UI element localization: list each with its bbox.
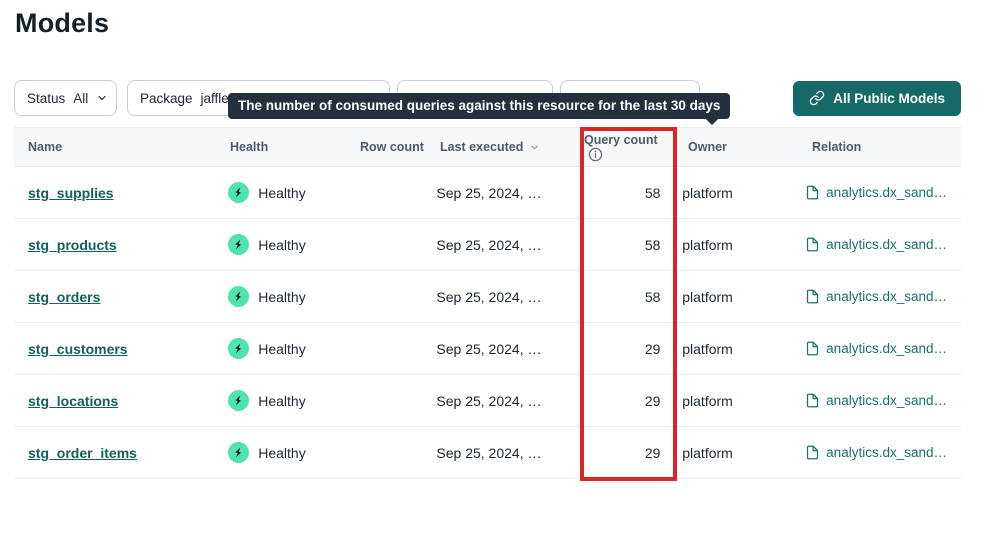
health-status-label: Healthy xyxy=(258,445,305,461)
info-icon[interactable] xyxy=(588,147,603,162)
health-status-label: Healthy xyxy=(258,393,305,409)
table-row: stg_locations Healthy Sep 25, 2024, … 29… xyxy=(14,375,961,427)
query-count-value: 58 xyxy=(579,289,660,305)
file-icon xyxy=(805,289,820,304)
status-filter[interactable]: Status All xyxy=(14,80,117,116)
relation-link[interactable]: analytics.dx_sand… xyxy=(826,341,947,356)
models-table: Name Health Row count Last executed Quer… xyxy=(14,127,961,479)
last-executed-value: Sep 25, 2024, … xyxy=(436,237,541,253)
column-header-row-count: Row count xyxy=(360,140,440,154)
tooltip-caret xyxy=(705,111,719,125)
models-page: Models Status All Package jaffle_ All Pu… xyxy=(0,0,989,536)
column-header-owner: Owner xyxy=(688,140,812,154)
last-executed-value: Sep 25, 2024, … xyxy=(436,289,541,305)
owner-value: platform xyxy=(682,185,805,201)
model-link[interactable]: stg_products xyxy=(28,237,117,253)
owner-value: platform xyxy=(682,445,805,461)
query-count-value: 29 xyxy=(579,341,660,357)
table-row: stg_customers Healthy Sep 25, 2024, … 29… xyxy=(14,323,961,375)
page-title: Models xyxy=(15,8,109,39)
health-badge xyxy=(228,390,249,411)
all-public-models-button[interactable]: All Public Models xyxy=(793,81,961,116)
relation-link[interactable]: analytics.dx_sand… xyxy=(826,185,947,200)
table-row: stg_order_items Healthy Sep 25, 2024, … … xyxy=(14,427,961,479)
query-count-value: 58 xyxy=(579,237,660,253)
column-header-query-count: Query count xyxy=(584,133,666,162)
package-filter-label: Package xyxy=(140,91,193,106)
file-icon xyxy=(805,393,820,408)
file-icon xyxy=(805,445,820,460)
health-status-label: Healthy xyxy=(258,185,305,201)
query-count-value: 58 xyxy=(579,185,660,201)
owner-value: platform xyxy=(682,289,805,305)
column-header-name: Name xyxy=(28,140,230,154)
chevron-down-icon xyxy=(96,92,108,104)
file-icon xyxy=(805,341,820,356)
column-header-relation: Relation xyxy=(812,140,947,154)
query-count-label: Query count xyxy=(584,133,658,147)
file-icon xyxy=(805,185,820,200)
last-executed-value: Sep 25, 2024, … xyxy=(436,393,541,409)
health-badge xyxy=(228,442,249,463)
file-icon xyxy=(805,237,820,252)
health-status-label: Healthy xyxy=(258,289,305,305)
column-header-last-executed[interactable]: Last executed xyxy=(440,140,584,154)
sort-chevron-icon xyxy=(529,142,540,153)
health-badge xyxy=(228,338,249,359)
table-header-row: Name Health Row count Last executed Quer… xyxy=(14,127,961,167)
relation-link[interactable]: analytics.dx_sand… xyxy=(826,393,947,408)
health-status-label: Healthy xyxy=(258,341,305,357)
query-count-value: 29 xyxy=(579,445,660,461)
owner-value: platform xyxy=(682,237,805,253)
model-link[interactable]: stg_order_items xyxy=(28,445,137,461)
owner-value: platform xyxy=(682,393,805,409)
column-header-health: Health xyxy=(230,140,360,154)
last-executed-value: Sep 25, 2024, … xyxy=(436,185,541,201)
status-filter-label: Status xyxy=(27,91,65,106)
model-link[interactable]: stg_orders xyxy=(28,289,100,305)
owner-value: platform xyxy=(682,341,805,357)
relation-link[interactable]: analytics.dx_sand… xyxy=(826,237,947,252)
table-row: stg_products Healthy Sep 25, 2024, … 58 … xyxy=(14,219,961,271)
last-executed-value: Sep 25, 2024, … xyxy=(436,445,541,461)
all-public-models-label: All Public Models xyxy=(833,91,945,106)
model-link[interactable]: stg_locations xyxy=(28,393,118,409)
status-filter-value: All xyxy=(73,91,88,106)
link-icon xyxy=(809,90,825,106)
relation-link[interactable]: analytics.dx_sand… xyxy=(826,445,947,460)
relation-link[interactable]: analytics.dx_sand… xyxy=(826,289,947,304)
last-executed-label: Last executed xyxy=(440,140,523,154)
last-executed-value: Sep 25, 2024, … xyxy=(436,341,541,357)
table-row: stg_orders Healthy Sep 25, 2024, … 58 pl… xyxy=(14,271,961,323)
health-status-label: Healthy xyxy=(258,237,305,253)
health-badge xyxy=(228,234,249,255)
health-badge xyxy=(228,286,249,307)
table-row: stg_supplies Healthy Sep 25, 2024, … 58 … xyxy=(14,167,961,219)
health-badge xyxy=(228,182,249,203)
model-link[interactable]: stg_supplies xyxy=(28,185,114,201)
model-link[interactable]: stg_customers xyxy=(28,341,128,357)
tooltip-text: The number of consumed queries against t… xyxy=(238,98,720,113)
query-count-value: 29 xyxy=(579,393,660,409)
query-count-tooltip: The number of consumed queries against t… xyxy=(228,93,730,119)
